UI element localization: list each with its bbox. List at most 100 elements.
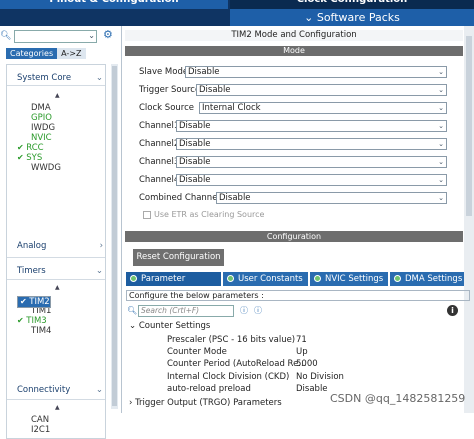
chevron-down-icon: ⌄ [438,122,444,130]
divider [7,257,105,258]
collapse-up-icon[interactable]: ▲ [55,92,60,99]
channel1-select[interactable]: Disable ⌄ [176,120,447,132]
group-label: Trigger Output (TRGO) Parameters [135,398,282,408]
divider [7,399,105,400]
row-label: Channel4 [139,175,180,185]
trigger-output-group[interactable]: › Trigger Output (TRGO) Parameters [129,398,282,408]
collapse-up-icon[interactable]: ▲ [55,404,60,411]
clock-source-select[interactable]: Internal Clock ⌄ [199,102,447,114]
tab-categories[interactable]: Categories [6,48,58,59]
group-label: Analog [17,241,47,251]
search-icon: 🔍︎ [127,306,138,315]
param-value[interactable]: Up [296,347,308,358]
tab-clock-configuration[interactable]: Clock Configuration [230,0,474,9]
check-icon: ✔ [17,143,27,152]
counter-settings-group[interactable]: ⌄ Counter Settings [129,321,210,331]
collapse-up-icon[interactable]: ▲ [55,284,60,291]
check-icon: ✔ [20,297,30,306]
select-value: Disable [179,139,211,149]
list-item-gpio[interactable]: GPIO [17,113,102,123]
chevron-down-icon: ⌄ [438,158,444,166]
categories-panel: 🔍︎ ⌄ ⚙ Categories A->Z System Core ⌄ ▲ DM… [0,26,122,439]
list-item-wwdg[interactable]: WWDG [17,163,102,173]
component-search-input[interactable]: ⌄ [14,30,97,43]
tab-user-constants[interactable]: User Constants [223,272,308,286]
check-icon: ✔ [17,153,27,162]
item-label: RCC [26,143,44,153]
group-system-core[interactable]: System Core ⌄ [17,73,103,83]
group-label: Counter Settings [138,321,211,331]
right-scrollbar[interactable] [464,26,474,413]
panel-title: TIM2 Mode and Configuration [125,30,463,41]
param-name: Internal Clock Division (CKD) [167,372,290,382]
tab-pinout-configuration[interactable]: Pinout & Configuration [0,0,228,9]
use-etr-label: Use ETR as Clearing Source [154,210,265,219]
configure-instruction: Configure the below parameters : [126,290,470,301]
status-dot-icon [394,275,401,282]
search-prev-icon[interactable]: ⓘ [240,305,248,316]
group-analog[interactable]: Analog › [17,241,103,251]
scrollbar-thumb[interactable] [466,36,472,216]
reset-configuration-button[interactable]: Reset Configuration [133,249,224,266]
search-next-icon[interactable]: ⓘ [254,305,262,316]
param-name: Prescaler (PSC - 16 bits value) [167,335,296,345]
row-label: Channel2 [139,139,180,149]
tab-dma-settings[interactable]: DMA Settings [390,272,464,286]
list-item-tim3[interactable]: ✔ TIM3 [17,316,102,326]
param-value[interactable]: No Division [296,372,344,383]
item-label: TIM2 [29,297,50,307]
chevron-down-icon: ⌄ [438,194,444,202]
list-item-dma[interactable]: DMA [17,103,102,113]
watermark: CSDN @qq_1482581259 [330,392,466,405]
list-item-nvic[interactable]: NVIC [17,133,102,143]
chevron-down-icon: ⌄ [304,11,317,24]
list-item-sys[interactable]: ✔ SYS [17,153,102,163]
sort-tabs: Categories A->Z [6,48,86,59]
list-item-rcc[interactable]: ✔ RCC [17,143,102,153]
group-label: Timers [17,266,46,276]
param-name: auto-reload preload [167,384,251,394]
system-core-list: DMA GPIO IWDG NVIC ✔ RCC ✔ SYS WWDG [17,103,102,173]
param-value[interactable]: 71 [296,335,307,346]
list-item-tim4[interactable]: TIM4 [17,326,102,336]
param-name: Counter Period (AutoReload Re... [167,359,307,369]
list-item-tim2[interactable]: ✔ TIM2 [17,296,51,308]
list-item-i2c1[interactable]: I2C1 [17,425,102,435]
divider [7,85,105,86]
mode-row-channel2: Channel2 Disable ⌄ [139,138,457,150]
use-etr-checkbox[interactable] [143,210,151,219]
group-connectivity[interactable]: Connectivity ⌄ [17,385,103,395]
chevron-down-icon: ⌄ [438,68,444,76]
tab-a-z[interactable]: A->Z [57,48,86,59]
left-scrollbar[interactable] [111,64,118,409]
channel3-select[interactable]: Disable ⌄ [176,156,447,168]
info-icon[interactable]: i [447,305,458,316]
list-item-iwdg[interactable]: IWDG [17,123,102,133]
group-timers[interactable]: Timers ⌄ [17,266,103,276]
timers-list: RTC TIM1 ✔ TIM2 ✔ TIM3 TIM4 [17,296,102,336]
gear-icon[interactable]: ⚙ [103,29,115,41]
list-item-can[interactable]: CAN [17,415,102,425]
slave-mode-select[interactable]: Disable ⌄ [185,66,447,78]
param-value[interactable]: 5000 [296,359,318,370]
mode-row-clock-source: Clock Source Internal Clock ⌄ [139,102,457,114]
row-label: Combined Channels [139,193,225,203]
mode-row-channel1: Channel1 Disable ⌄ [139,120,457,132]
software-packs-menu[interactable]: ⌄ Software Packs [230,9,474,26]
scrollbar-thumb[interactable] [112,66,117,406]
item-label: SYS [26,153,43,163]
param-value[interactable]: Disable [296,384,328,395]
row-label: Channel1 [139,121,180,131]
category-tree: System Core ⌄ ▲ DMA GPIO IWDG NVIC ✔ RCC… [6,64,106,439]
select-value: Disable [199,85,231,95]
trigger-source-select[interactable]: Disable ⌄ [196,84,447,96]
chevron-down-icon[interactable]: ⌄ [88,31,95,40]
channel2-select[interactable]: Disable ⌄ [176,138,447,150]
chevron-down-icon: ⌄ [95,385,103,395]
use-etr-checkbox-row[interactable]: Use ETR as Clearing Source [143,210,264,221]
combined-channels-select[interactable]: Disable ⌄ [216,192,447,204]
parameter-search-input[interactable]: Search (Crtl+F) [138,305,234,317]
channel4-select[interactable]: Disable ⌄ [176,174,447,186]
tab-nvic-settings[interactable]: NVIC Settings [310,272,388,286]
tab-parameter-settings[interactable]: Parameter Settings [126,272,221,298]
